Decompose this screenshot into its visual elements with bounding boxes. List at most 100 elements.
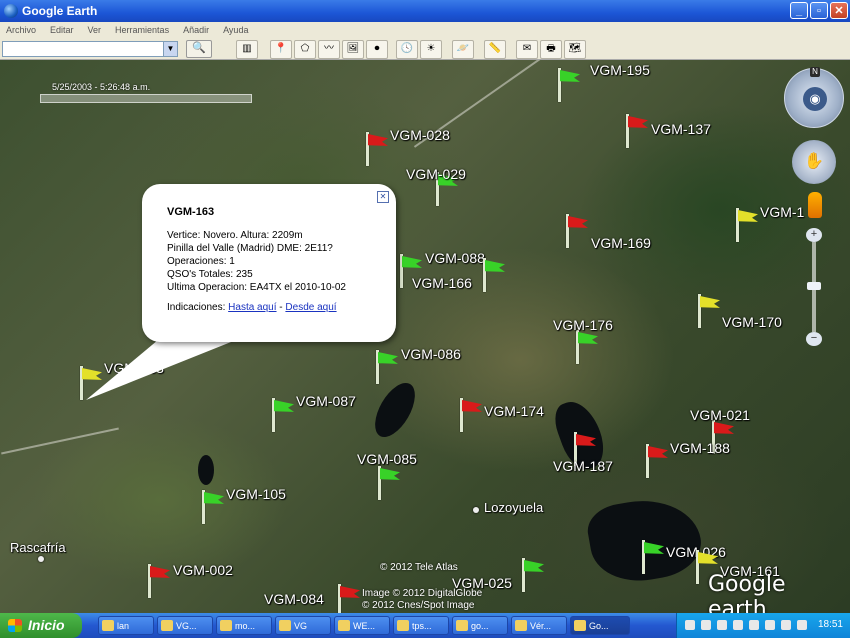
copyright-credit: © 2012 Tele Atlas <box>380 562 458 573</box>
tray-icon[interactable] <box>685 620 695 630</box>
search-button[interactable]: 🔍 <box>186 40 212 58</box>
zoom-in-button[interactable]: + <box>806 228 822 242</box>
placemark-label: VGM-137 <box>651 121 711 137</box>
menu-bar: Archivo Editar Ver Herramientas Añadir A… <box>0 22 850 38</box>
zoom-slider-knob[interactable] <box>807 282 821 290</box>
placemark-flag[interactable] <box>564 214 590 248</box>
placemark-flag[interactable] <box>146 564 172 598</box>
taskbar-item[interactable]: VG <box>275 616 331 635</box>
placemark-label: VGM-088 <box>425 250 485 266</box>
google-earth-icon <box>4 4 18 18</box>
restore-button[interactable]: ▫ <box>810 2 828 19</box>
placemark-flag[interactable] <box>640 540 666 574</box>
town-marker[interactable] <box>38 556 44 562</box>
town-label: Lozoyuela <box>484 500 544 515</box>
volume-icon[interactable] <box>781 620 791 630</box>
sunlight-icon[interactable]: ☀ <box>420 40 442 59</box>
app-icon <box>456 620 468 631</box>
tray-icon[interactable] <box>701 620 711 630</box>
taskbar-item[interactable]: tps... <box>393 616 449 635</box>
menu-ayuda[interactable]: Ayuda <box>223 25 248 35</box>
look-around-control[interactable]: N ◉ <box>784 67 844 128</box>
minimize-button[interactable]: _ <box>790 2 808 19</box>
taskbar-item-google-earth[interactable]: Go... <box>570 616 630 635</box>
historical-imagery-icon[interactable]: 🕓 <box>396 40 418 59</box>
placemark-flag[interactable] <box>270 398 296 432</box>
placemark-flag[interactable] <box>520 558 546 592</box>
taskbar-item[interactable]: VG... <box>157 616 213 635</box>
placemark-flag[interactable] <box>481 258 507 292</box>
placemark-label: VGM-195 <box>590 62 650 78</box>
taskbar-item[interactable]: go... <box>452 616 508 635</box>
close-button[interactable]: ✕ <box>830 2 848 19</box>
tray-icon[interactable] <box>765 620 775 630</box>
placemark-flag[interactable] <box>376 466 402 500</box>
street-view-pegman-icon[interactable] <box>808 192 822 218</box>
taskbar-item[interactable]: lan <box>98 616 154 635</box>
taskbar-item[interactable]: mo... <box>216 616 272 635</box>
placemark-flag[interactable] <box>644 444 670 478</box>
window-controls: _ ▫ ✕ <box>790 2 848 19</box>
placemark-flag[interactable] <box>734 208 760 242</box>
placemark-flag[interactable] <box>574 330 600 364</box>
close-icon[interactable]: ✕ <box>377 191 389 203</box>
balloon-line: Operaciones: 1 <box>167 256 235 267</box>
placemark-flag[interactable] <box>696 294 722 328</box>
ruler-icon[interactable]: 📏 <box>484 40 506 59</box>
zoom-out-button[interactable]: − <box>806 332 822 346</box>
print-icon[interactable]: 🖶 <box>540 40 562 59</box>
timeline-slider[interactable] <box>40 94 252 103</box>
taskbar-item[interactable]: Vér... <box>511 616 567 635</box>
start-button[interactable]: Inicio <box>0 613 82 638</box>
tray-icon[interactable] <box>717 620 727 630</box>
zoom-slider[interactable]: + − <box>806 228 822 348</box>
directions-to-link[interactable]: Hasta aquí <box>228 302 276 313</box>
taskbar-item[interactable]: WE... <box>334 616 390 635</box>
tray-icon[interactable] <box>733 620 743 630</box>
polygon-icon[interactable]: ⬠ <box>294 40 316 59</box>
menu-herramientas[interactable]: Herramientas <box>115 25 169 35</box>
planet-switch-icon[interactable]: 🪐 <box>452 40 474 59</box>
move-control[interactable]: ✋ <box>792 140 836 184</box>
placemark-flag[interactable] <box>200 490 226 524</box>
placemark-flag[interactable] <box>78 366 104 400</box>
balloon-line: Vertice: Novero. Altura: 2209m <box>167 230 303 241</box>
sidebar-toggle-icon[interactable]: ▥ <box>236 40 258 59</box>
tray-icon[interactable] <box>749 620 759 630</box>
path-icon[interactable]: 〰 <box>318 40 340 59</box>
placemark-flag[interactable] <box>458 398 484 432</box>
placemark-flag[interactable] <box>624 114 650 148</box>
windows-logo-icon <box>8 619 22 632</box>
placemark-flag[interactable] <box>364 132 390 166</box>
placemark-label: VGM-087 <box>296 393 356 409</box>
placemark-flag[interactable] <box>556 68 582 102</box>
folder-icon <box>279 620 291 631</box>
town-marker[interactable] <box>473 507 479 513</box>
search-input[interactable] <box>2 41 164 57</box>
menu-anadir[interactable]: Añadir <box>183 25 209 35</box>
town-label: Rascafría <box>10 540 66 555</box>
search-dropdown-icon[interactable]: ▼ <box>163 41 178 57</box>
title-bar: Google Earth _ ▫ ✕ <box>0 0 850 22</box>
placemark-label: VGM-187 <box>553 458 613 474</box>
map-view[interactable]: 5/25/2003 - 5:26:48 a.m. VGM-195 VGM-137… <box>0 60 850 613</box>
placemark-flag[interactable] <box>336 584 362 613</box>
menu-archivo[interactable]: Archivo <box>6 25 36 35</box>
road <box>1 427 119 455</box>
balloon-title: VGM-163 <box>167 206 215 218</box>
placemark-flag[interactable] <box>374 350 400 384</box>
firefox-icon <box>515 620 527 631</box>
placemark-label: VGM-029 <box>406 166 466 182</box>
menu-ver[interactable]: Ver <box>88 25 102 35</box>
directions-from-link[interactable]: Desde aquí <box>285 302 336 313</box>
email-icon[interactable]: ✉ <box>516 40 538 59</box>
placemark-info-balloon: ✕ VGM-163 Vertice: Novero. Altura: 2209m… <box>142 184 396 342</box>
placemark-icon[interactable]: 📍 <box>270 40 292 59</box>
record-tour-icon[interactable]: ⏺ <box>366 40 388 59</box>
folder-icon <box>338 620 350 631</box>
view-in-maps-icon[interactable]: 🗺 <box>564 40 586 59</box>
north-indicator[interactable]: N <box>810 67 820 77</box>
network-icon[interactable] <box>797 620 807 630</box>
image-overlay-icon[interactable]: 🖼 <box>342 40 364 59</box>
menu-editar[interactable]: Editar <box>50 25 74 35</box>
